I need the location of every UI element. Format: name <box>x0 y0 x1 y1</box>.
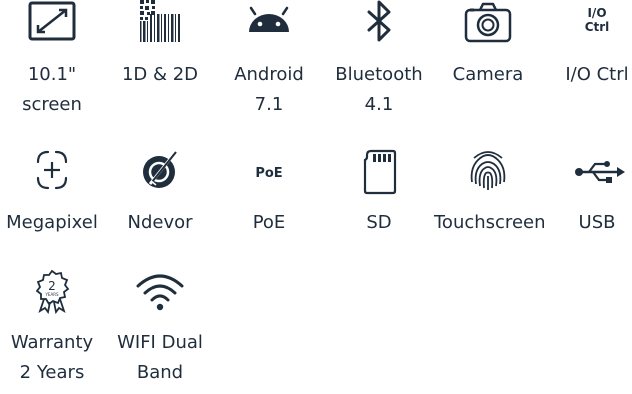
feature-label: I/O Ctrl <box>565 64 629 85</box>
feature-sd: SD <box>325 148 433 238</box>
feature-label: SD <box>366 212 392 233</box>
feature-label: USB <box>578 212 616 233</box>
screen-icon <box>22 0 82 48</box>
feature-label: Warranty 2 Years <box>10 332 94 383</box>
svg-text:2: 2 <box>48 279 56 293</box>
feature-wifi: WIFI Dual Band <box>106 268 214 388</box>
svg-text:PoE: PoE <box>255 166 282 181</box>
feature-label: Android 7.1 <box>234 64 304 115</box>
usb-icon <box>567 148 627 196</box>
fingerprint-icon <box>458 148 518 196</box>
camera-icon <box>458 0 518 48</box>
feature-barcode: 1D & 2D <box>106 0 214 90</box>
feature-io-ctrl: I/O Ctrl I/O Ctrl <box>543 0 632 90</box>
sd-card-icon <box>349 148 409 196</box>
feature-label: Megapixel <box>6 212 98 233</box>
feature-label: Bluetooth 4.1 <box>335 64 423 115</box>
megapixel-icon <box>22 148 82 196</box>
feature-label: 1D & 2D <box>121 64 199 85</box>
android-icon <box>239 0 299 48</box>
ndevor-icon <box>130 148 190 196</box>
warranty-icon: 2 YEARS <box>22 268 82 316</box>
feature-label: Camera <box>452 64 524 85</box>
poe-icon: PoE <box>239 148 299 196</box>
feature-screen: 10.1" screen <box>0 0 106 120</box>
feature-android: Android 7.1 <box>215 0 323 120</box>
wifi-icon <box>130 268 190 316</box>
feature-usb: USB <box>543 148 632 238</box>
feature-label: Touchscreen <box>434 212 546 233</box>
feature-megapixel: Megapixel <box>0 148 106 238</box>
bluetooth-icon <box>349 0 409 48</box>
feature-camera: Camera <box>434 0 542 90</box>
io-ctrl-icon: I/O Ctrl <box>567 0 627 48</box>
feature-ndevor: Ndevor <box>106 148 214 238</box>
svg-text:Ctrl: Ctrl <box>585 20 610 34</box>
feature-poe: PoE PoE <box>215 148 323 238</box>
feature-label: WIFI Dual Band <box>117 332 203 383</box>
feature-label: Ndevor <box>127 212 193 233</box>
feature-warranty: 2 YEARS Warranty 2 Years <box>0 268 106 388</box>
barcode-icon <box>130 0 190 48</box>
feature-touchscreen: Touchscreen <box>434 148 546 238</box>
svg-text:YEARS: YEARS <box>44 292 58 297</box>
feature-label: 10.1" screen <box>22 64 82 115</box>
svg-text:I/O: I/O <box>587 6 606 20</box>
feature-label: PoE <box>252 212 286 233</box>
feature-bluetooth: Bluetooth 4.1 <box>325 0 433 120</box>
